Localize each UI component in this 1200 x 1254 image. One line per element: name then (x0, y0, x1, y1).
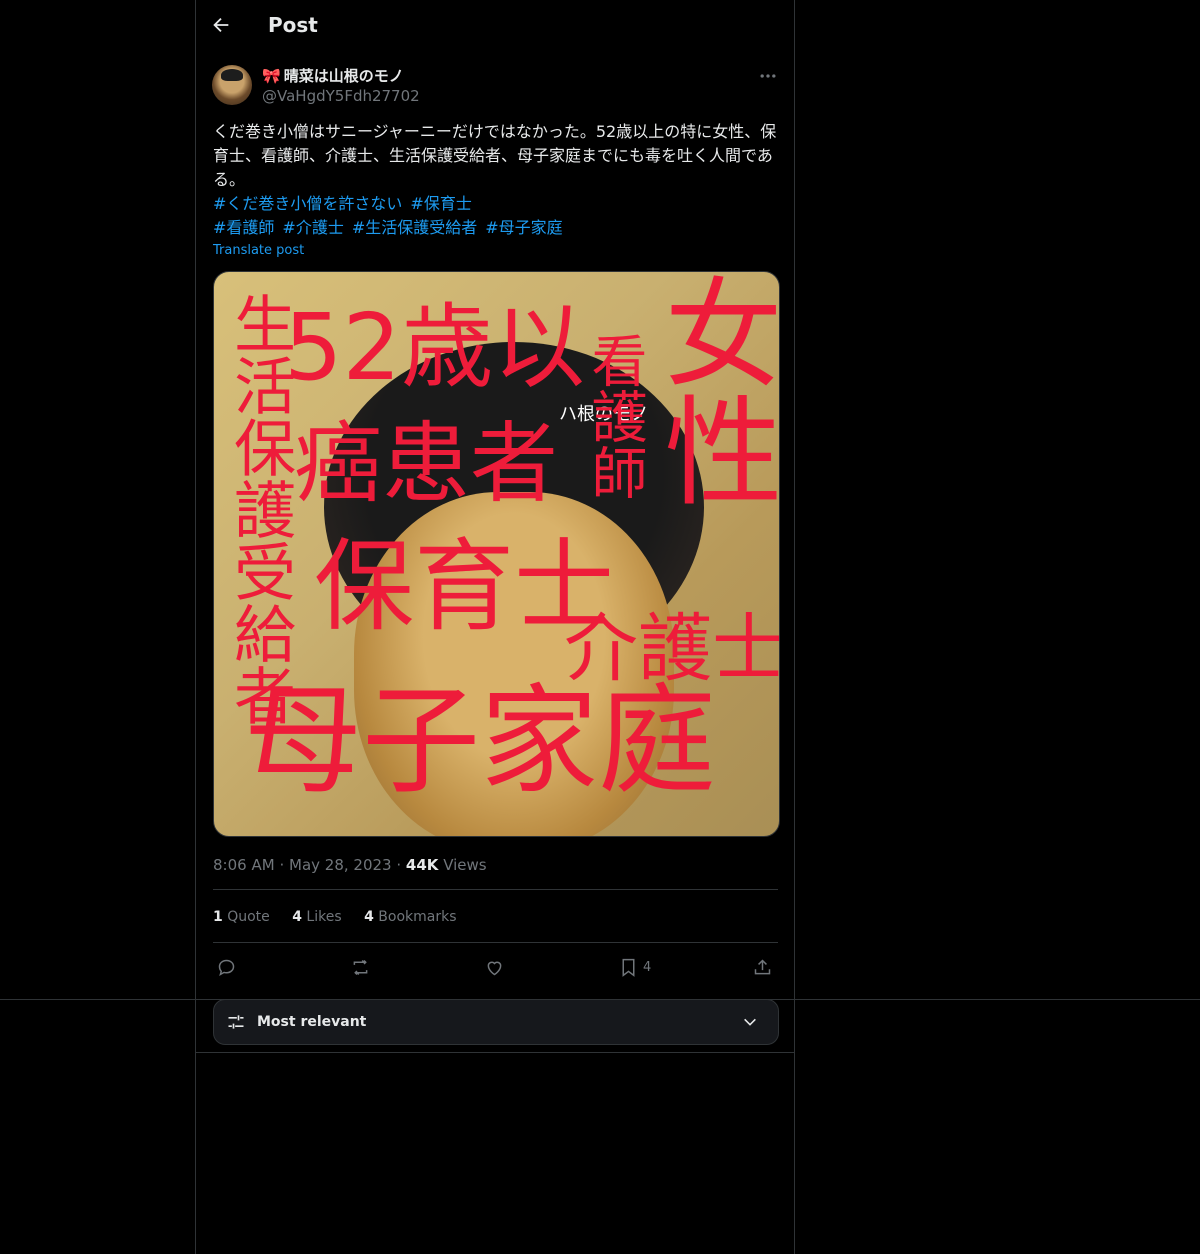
likes-link[interactable]: 4 Likes (292, 909, 341, 925)
author-handle[interactable]: @VaHgdY5Fdh27702 (262, 87, 420, 105)
share-button[interactable] (752, 955, 773, 979)
views-count: 44K (405, 856, 439, 874)
post-image[interactable]: ハ根のモノ 52歳以 癌患者 保育士 母子家庭 介護士 生活保護受給者 看護師 … (213, 271, 780, 837)
translate-post-link[interactable]: Translate post (213, 243, 304, 258)
bookmark-icon (622, 958, 635, 977)
like-button[interactable] (484, 955, 505, 979)
quotes-link[interactable]: 1 Quote (213, 909, 270, 925)
avatar[interactable] (212, 65, 252, 105)
repost-icon (353, 959, 368, 975)
hashtag-link[interactable]: #生活保護受給者 (352, 218, 477, 237)
ribbon-emoji: 🎀 (262, 67, 281, 85)
image-text-age: 52歳以 (284, 294, 586, 401)
sliders-icon (228, 1015, 244, 1029)
author-display-name: 晴菜は山根のモノ (283, 67, 404, 85)
back-arrow-icon[interactable] (210, 14, 236, 40)
engagement-stats: 1 Quote 4 Likes 4 Bookmarks (213, 909, 475, 925)
chevron-down-icon (744, 1018, 756, 1026)
image-text-single-mother: 母子家庭 (244, 672, 717, 810)
image-text-welfare: 生活保護受給者 (223, 292, 296, 726)
repost-button[interactable] (350, 955, 371, 979)
sort-replies-dropdown[interactable]: Most relevant (213, 999, 779, 1045)
image-text-women: 女性 (644, 272, 780, 508)
image-text-caregiver: 介護士 (564, 606, 780, 692)
hashtags-line-2: #看護師 #介護士 #生活保護受給者 #母子家庭 (213, 216, 571, 240)
image-text-patients: 癌患者 (294, 412, 559, 515)
hashtags-line-1: #くだ巻き小僧を許さない #保育士 (213, 192, 480, 216)
header: Post (196, 0, 794, 53)
bookmark-count: 4 (643, 959, 652, 975)
share-icon (754, 958, 771, 974)
author-name[interactable]: 🎀 晴菜は山根のモノ (262, 65, 404, 86)
bookmarks-link[interactable]: 4 Bookmarks (364, 909, 456, 925)
sort-label: Most relevant (257, 1014, 367, 1030)
heart-icon (487, 961, 502, 975)
post-text: くだ巻き小僧はサニージャーニーだけではなかった。52歳以上の特に女性、保育士、看… (213, 122, 777, 189)
image-text-nurse: 看護師 (582, 332, 647, 500)
reply-button[interactable] (216, 955, 237, 979)
post-meta: 8:06 AM · May 28, 2023 · 44K Views (213, 856, 487, 874)
reply-icon (218, 959, 235, 976)
divider (213, 942, 778, 943)
hashtag-link[interactable]: #保育士 (410, 194, 471, 213)
hashtag-link[interactable]: #母子家庭 (485, 218, 562, 237)
divider (213, 889, 778, 890)
hashtag-link[interactable]: #介護士 (282, 218, 343, 237)
post-date[interactable]: May 28, 2023 (289, 856, 392, 874)
bookmark-button[interactable]: 4 (618, 955, 651, 979)
more-icon[interactable] (758, 66, 780, 86)
views-label: Views (443, 856, 487, 874)
hashtag-link[interactable]: #くだ巻き小僧を許さない (213, 194, 402, 213)
page-title: Post (268, 13, 318, 37)
post-column: Post 🎀 晴菜は山根のモノ @VaHgdY5Fdh27702 くだ巻き小僧はサ… (195, 0, 795, 1254)
hashtag-link[interactable]: #看護師 (213, 218, 274, 237)
post-time[interactable]: 8:06 AM (213, 856, 275, 874)
